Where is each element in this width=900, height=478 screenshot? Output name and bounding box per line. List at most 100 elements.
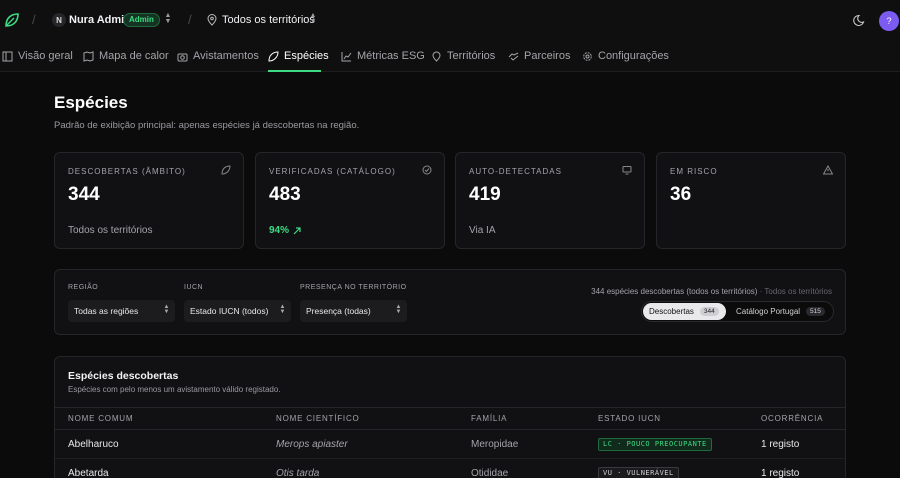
tab-label: Métricas ESG bbox=[357, 50, 425, 62]
active-tab-indicator bbox=[268, 70, 321, 72]
column-header-iucn-status[interactable]: ESTADO IUCN bbox=[598, 414, 661, 423]
column-header-common-name[interactable]: NOME COMUM bbox=[68, 414, 133, 423]
user-avatar[interactable]: ? bbox=[879, 11, 899, 31]
species-common-name: Abelharuco bbox=[68, 439, 119, 450]
region-filter-label: REGIÃO bbox=[68, 284, 99, 291]
results-count: 344 espécies descobertas (todos os terri… bbox=[591, 287, 832, 296]
species-occurrence: 1 registo bbox=[761, 468, 800, 478]
stat-card-auto-detected: AUTO-DETECTADAS 419 Via IA bbox=[455, 152, 645, 249]
org-avatar[interactable]: N bbox=[52, 13, 66, 27]
tab-territorios[interactable]: Territórios bbox=[431, 40, 495, 72]
results-count-text: 344 espécies descobertas (todos os terri… bbox=[591, 287, 758, 296]
column-header-family[interactable]: FAMÍLIA bbox=[471, 414, 507, 423]
select-chevron-icon: ▲ ▼ bbox=[395, 304, 402, 315]
stat-card-at-risk: EM RISCO 36 bbox=[656, 152, 846, 249]
tab-configuracoes[interactable]: Configurações bbox=[582, 40, 669, 72]
stat-label: AUTO-DETECTADAS bbox=[469, 167, 562, 176]
table-header: NOME COMUM NOME CIENTÍFICO FAMÍLIA ESTAD… bbox=[55, 407, 845, 430]
territory-switcher-chevron-icon[interactable]: ▲ ▼ bbox=[309, 12, 317, 25]
presence-filter-label: PRESENÇA NO TERRITÓRIO bbox=[300, 284, 407, 291]
species-occurrence: 1 registo bbox=[761, 439, 800, 450]
map-icon bbox=[83, 50, 94, 62]
stat-value: 344 bbox=[68, 184, 100, 205]
grid-icon bbox=[2, 51, 13, 61]
iucn-status-badge: VU · VULNERÁVEL bbox=[598, 467, 679, 478]
species-scientific-name: Merops apiaster bbox=[276, 439, 348, 450]
species-family: Meropidae bbox=[471, 439, 519, 450]
toggle-discovered-count: 344 bbox=[699, 307, 719, 316]
stat-foot: Via IA bbox=[469, 225, 496, 236]
table-row[interactable]: Abetarda Otis tarda Otididae VU · VULNER… bbox=[55, 459, 845, 478]
toggle-discovered-button[interactable]: Descobertas 344 bbox=[643, 303, 726, 320]
role-badge: Admin bbox=[123, 13, 160, 27]
toggle-catalog-count: 515 bbox=[806, 307, 825, 316]
stat-card-verified: VERIFICADAS (CATÁLOGO) 483 94% bbox=[255, 152, 445, 249]
iucn-select[interactable]: Estado IUCN (todos) ▲ ▼ bbox=[184, 300, 291, 322]
stat-value: 419 bbox=[469, 184, 501, 205]
tab-label: Parceiros bbox=[524, 50, 571, 62]
tab-especies[interactable]: Espécies bbox=[268, 40, 329, 72]
top-bar: / N Nura Admin Admin ▲ ▼ / Todos os terri… bbox=[0, 0, 900, 40]
chart-icon bbox=[341, 51, 352, 61]
breadcrumb-separator: / bbox=[32, 12, 36, 27]
presence-select[interactable]: Presença (todas) ▲ ▼ bbox=[300, 300, 407, 322]
stat-label: EM RISCO bbox=[670, 167, 718, 176]
tab-parceiros[interactable]: Parceiros bbox=[508, 40, 570, 72]
page-subtitle: Padrão de exibição principal: apenas esp… bbox=[54, 120, 360, 131]
warning-icon bbox=[823, 165, 833, 175]
territory-selector[interactable]: Todos os territórios bbox=[222, 14, 315, 26]
pin-icon bbox=[432, 51, 441, 62]
select-chevron-icon: ▲ ▼ bbox=[163, 304, 170, 315]
stat-card-discovered: DESCOBERTAS (ÂMBITO) 344 Todos os territ… bbox=[54, 152, 244, 249]
table-subtitle: Espécies com pelo menos um avistamento v… bbox=[68, 385, 281, 394]
monitor-icon bbox=[622, 166, 632, 175]
toggle-catalog-button[interactable]: Catálogo Portugal 515 bbox=[730, 303, 832, 320]
check-circle-icon bbox=[422, 165, 432, 175]
species-table-card: Espécies descobertas Espécies com pelo m… bbox=[54, 356, 846, 478]
table-row[interactable]: Abelharuco Merops apiaster Meropidae LC … bbox=[55, 430, 845, 459]
tab-label: Mapa de calor bbox=[99, 50, 169, 62]
region-select[interactable]: Todas as regiões ▲ ▼ bbox=[68, 300, 175, 322]
select-chevron-icon: ▲ ▼ bbox=[279, 304, 286, 315]
tab-visao-geral[interactable]: Visão geral bbox=[2, 40, 73, 72]
tab-avistamentos[interactable]: Avistamentos bbox=[177, 40, 259, 72]
stat-value: 36 bbox=[670, 184, 692, 205]
org-name[interactable]: Nura Admin bbox=[69, 14, 131, 26]
arrow-up-right-icon bbox=[293, 226, 301, 234]
stat-label: DESCOBERTAS (ÂMBITO) bbox=[68, 167, 186, 176]
species-scientific-name: Otis tarda bbox=[276, 468, 320, 478]
toggle-discovered-label: Descobertas bbox=[649, 307, 694, 316]
org-switcher-chevron-icon[interactable]: ▲ ▼ bbox=[164, 12, 172, 25]
column-header-occurrence[interactable]: OCORRÊNCIA bbox=[761, 414, 823, 423]
stat-trend: 94% bbox=[269, 225, 301, 236]
presence-select-value: Presença (todas) bbox=[306, 306, 371, 316]
tab-mapa-de-calor[interactable]: Mapa de calor bbox=[83, 40, 169, 72]
camera-icon bbox=[177, 53, 188, 61]
results-count-scope: · Todos os territórios bbox=[757, 287, 832, 296]
table-title: Espécies descobertas bbox=[68, 370, 179, 382]
tab-label: Configurações bbox=[598, 50, 669, 62]
tab-label: Espécies bbox=[284, 50, 329, 62]
app-logo-icon[interactable] bbox=[3, 11, 21, 29]
pin-icon bbox=[207, 14, 217, 26]
tab-label: Territórios bbox=[447, 50, 496, 62]
gear-icon bbox=[583, 51, 592, 61]
breadcrumb-separator: / bbox=[188, 12, 192, 27]
view-toggle: Descobertas 344 Catálogo Portugal 515 bbox=[641, 301, 834, 322]
filters-panel: REGIÃO Todas as regiões ▲ ▼ IUCN Estado I… bbox=[54, 269, 846, 335]
species-common-name: Abetarda bbox=[68, 468, 109, 478]
stat-label: VERIFICADAS (CATÁLOGO) bbox=[269, 167, 396, 176]
stat-foot: 94% bbox=[269, 225, 290, 236]
tab-label: Visão geral bbox=[18, 50, 73, 62]
region-select-value: Todas as regiões bbox=[74, 306, 139, 316]
theme-toggle-moon-icon[interactable] bbox=[853, 13, 867, 27]
species-family: Otididae bbox=[471, 468, 509, 478]
handshake-icon bbox=[508, 52, 519, 61]
stat-value: 483 bbox=[269, 184, 301, 205]
tab-metricas-esg[interactable]: Métricas ESG bbox=[341, 40, 425, 72]
leaf-icon bbox=[221, 165, 231, 175]
page-title: Espécies bbox=[54, 93, 128, 112]
column-header-scientific-name[interactable]: NOME CIENTÍFICO bbox=[276, 414, 360, 423]
stat-foot: Todos os territórios bbox=[68, 225, 153, 236]
iucn-status-badge: LC · POUCO PREOCUPANTE bbox=[598, 438, 712, 451]
